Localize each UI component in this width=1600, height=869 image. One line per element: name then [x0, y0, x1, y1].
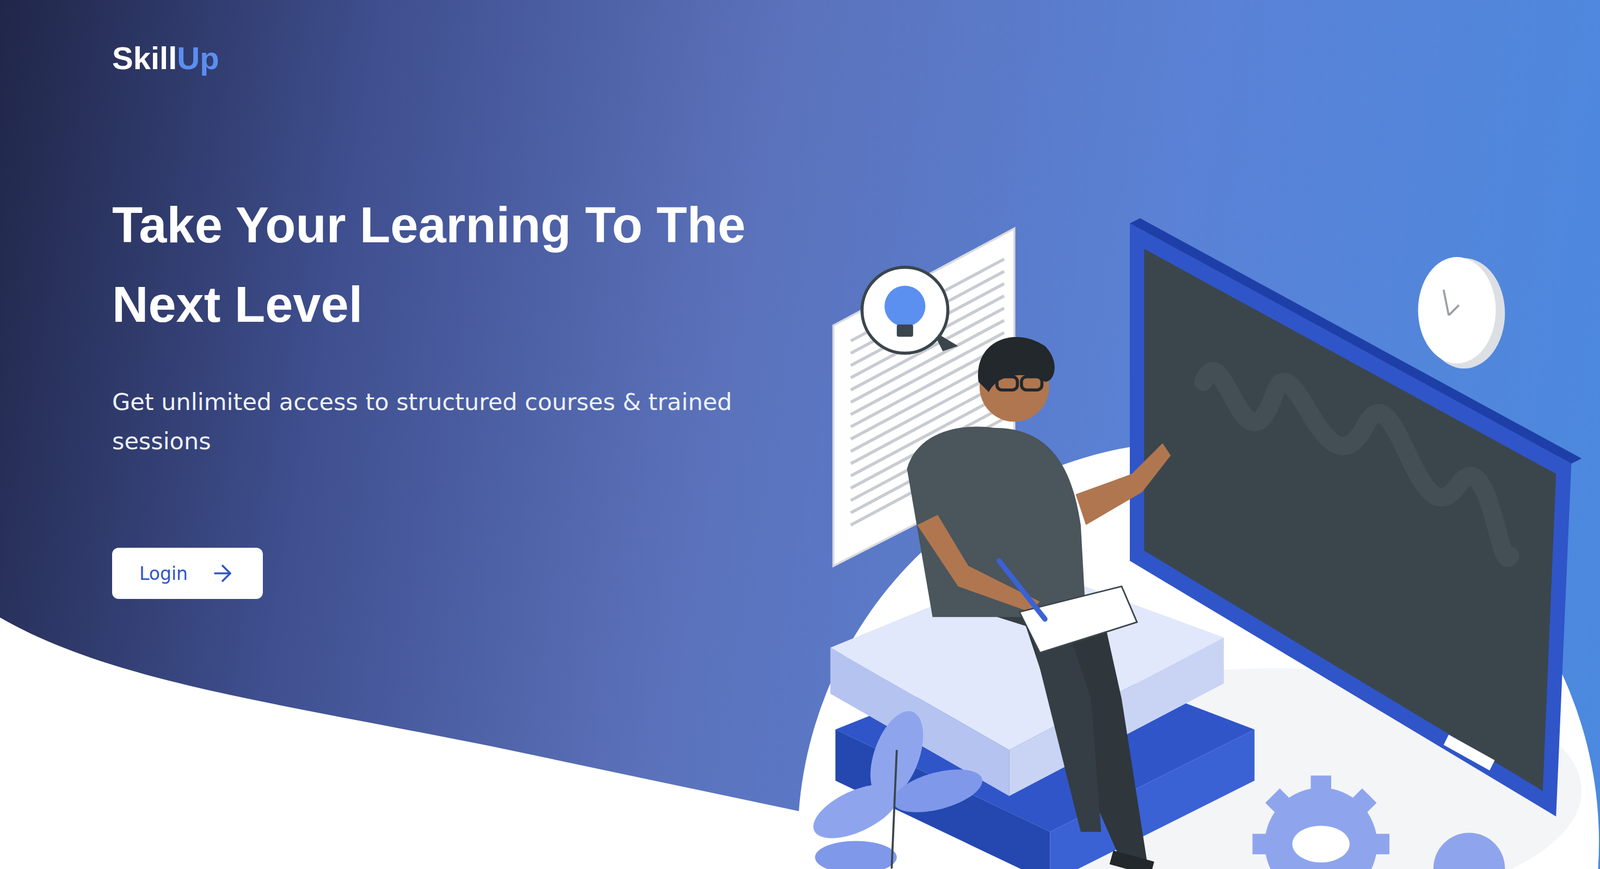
- hero-subtitle: Get unlimited access to structured cours…: [112, 382, 766, 461]
- lightbulb-icon: [862, 267, 959, 354]
- illustration-column: [794, 217, 1600, 869]
- skillup-logo[interactable]: SkillUp: [112, 40, 220, 77]
- site-header: SkillUp: [0, 0, 1600, 77]
- login-button[interactable]: Login: [112, 547, 263, 599]
- arrow-right-icon: [209, 560, 236, 587]
- plant-icon: [805, 703, 987, 869]
- books-icon: [830, 565, 1255, 869]
- gear-icon: [1252, 774, 1505, 869]
- learning-illustration: [794, 217, 1600, 869]
- hero-page: SkillUpTake Your Learning To The Next Le…: [0, 0, 1600, 869]
- hero-title: Take Your Learning To The Next Level: [112, 185, 766, 344]
- notebook-icon: [1019, 586, 1137, 653]
- hero-text: Take Your Learning To The Next Level Get …: [0, 76, 795, 599]
- hero-section: Take Your Learning To The Next Level Get …: [0, 76, 1600, 869]
- clock-icon: [1418, 256, 1506, 369]
